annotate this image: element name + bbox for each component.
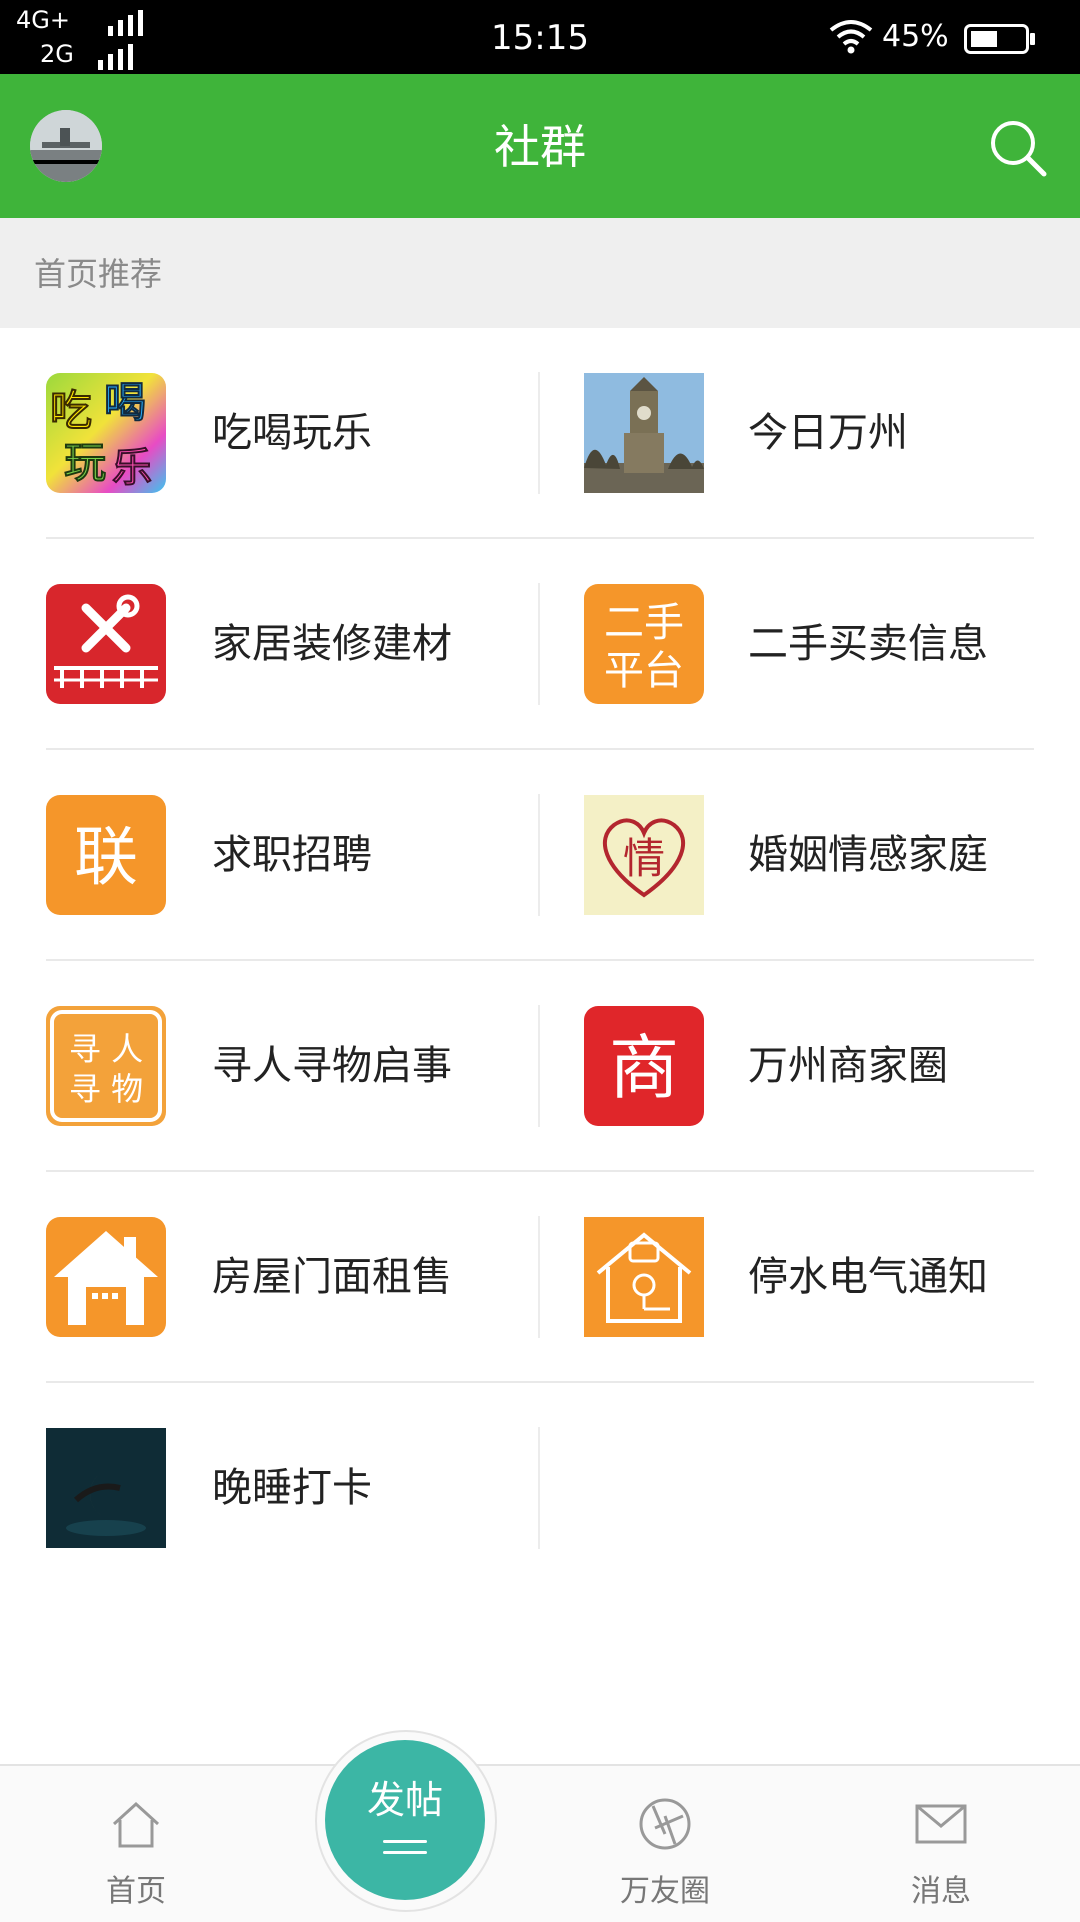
grid-row: 寻 人 寻 物 寻人寻物启事 商 万州商家圈 [0,961,1080,1172]
group-item-marriage[interactable]: 情 婚姻情感家庭 [540,750,1079,961]
status-right: 45% [828,16,1058,58]
food-icon-char-1: 吃 [50,386,92,435]
food-icon-char-4: 乐 [112,445,152,491]
heart-icon-text: 情 [623,834,665,883]
battery-percent: 45% [882,19,949,54]
search-icon [991,121,1047,177]
second-hand-text-2: 平台 [604,648,684,694]
lost-found-text-1: 寻 人 [69,1030,143,1068]
menu-line [383,1851,427,1854]
group-item-food-fun[interactable]: 吃 喝 玩 乐 吃喝玩乐 [0,328,539,539]
grid-row: 晚睡打卡 [0,1383,1080,1594]
group-label: 二手买卖信息 [748,621,988,667]
tools-icon [46,584,166,704]
nav-friends-circle[interactable]: 万友圈 [575,1766,755,1922]
clock-tower-photo-icon [584,373,704,493]
group-item-second-hand[interactable]: 二手 平台 二手买卖信息 [540,539,1079,750]
lost-found-art: 寻 人 寻 物 [50,1010,162,1122]
merchant-icon: 商 [584,1006,704,1126]
food-fun-icon-art: 吃 喝 玩 乐 [49,377,153,492]
nav-messages-label: 消息 [911,1874,971,1909]
second-hand-icon: 二手 平台 [584,584,704,704]
group-label: 万州商家圈 [748,1043,948,1089]
group-item-jobs[interactable]: 联 求职招聘 [0,750,539,961]
search-button[interactable] [986,116,1050,180]
group-grid: 吃 喝 玩 乐 吃喝玩乐 今日万州 家居装修建材 二手 平台 二手买卖信息 联 … [0,328,1080,1594]
nav-circle-label: 万友圈 [620,1874,710,1909]
group-label: 求职招聘 [212,832,372,878]
mail-icon [915,1804,967,1844]
post-button[interactable]: 发帖 [325,1740,485,1900]
home-icon [112,1801,160,1848]
night-moon-art [46,1428,166,1548]
group-label: 停水电气通知 [748,1254,988,1300]
house-art [54,1231,158,1325]
nav-messages[interactable]: 消息 [851,1766,1031,1922]
group-label: 房屋门面租售 [212,1254,452,1300]
food-icon-char-2: 喝 [104,378,146,427]
night-moon-icon [46,1428,166,1548]
jobs-icon-text: 联 [74,821,138,895]
group-item-lost-found[interactable]: 寻 人 寻 物 寻人寻物启事 [0,961,539,1172]
merchant-art: 商 [609,1027,679,1109]
food-fun-icon: 吃 喝 玩 乐 [46,373,166,493]
battery-icon [964,24,1035,54]
nav-home-label: 首页 [106,1874,166,1909]
second-hand-text-1: 二手 [604,600,684,646]
bottom-nav: 首页 万友圈 消息 [0,1764,1080,1922]
group-item-today-wanzhou[interactable]: 今日万州 [540,328,1079,539]
group-item-night-checkin[interactable]: 晚睡打卡 [0,1383,539,1594]
lost-found-text-2: 寻 物 [69,1070,143,1108]
wifi-icon [829,20,873,54]
tools-art [54,594,158,688]
jobs-icon: 联 [46,795,166,915]
utility-art [596,1232,692,1323]
group-label: 寻人寻物启事 [212,1043,452,1089]
group-label: 家居装修建材 [212,621,452,667]
status-bar: 4G+ 2G 15:15 45% [0,0,1080,74]
section-title: 首页推荐 [34,255,163,293]
grid-row: 家居装修建材 二手 平台 二手买卖信息 [0,539,1080,750]
group-item-merchants[interactable]: 商 万州商家圈 [540,961,1079,1172]
heart-art: 情 [602,818,686,898]
grid-row: 房屋门面租售 停水电气通知 [0,1172,1080,1383]
house-icon [46,1217,166,1337]
jobs-art: 联 [74,821,138,895]
group-label: 吃喝玩乐 [212,410,372,456]
group-item-home-decor[interactable]: 家居装修建材 [0,539,539,750]
group-label: 晚睡打卡 [212,1465,372,1511]
merchant-icon-text: 商 [609,1027,679,1109]
nav-home[interactable]: 首页 [46,1766,226,1922]
page-title: 社群 [494,120,586,174]
section-header: 首页推荐 [0,218,1080,328]
post-button-label: 发帖 [366,1778,443,1822]
group-item-utility-notice[interactable]: 停水电气通知 [540,1172,1079,1383]
group-label: 今日万州 [748,410,908,456]
grid-row: 联 求职招聘 情 婚姻情感家庭 [0,750,1080,961]
second-hand-art: 二手 平台 [604,600,684,694]
lost-found-icon: 寻 人 寻 物 [46,1006,166,1126]
group-label: 婚姻情感家庭 [748,832,988,878]
grid-row: 吃 喝 玩 乐 吃喝玩乐 今日万州 [0,328,1080,539]
heart-icon: 情 [584,795,704,915]
app-header: 社群 [0,74,1080,218]
aperture-icon [639,1798,691,1850]
column-divider [538,1427,540,1549]
food-icon-char-3: 玩 [64,438,106,487]
clock-tower-art [584,373,704,493]
menu-lines-icon [383,1840,427,1860]
group-item-housing[interactable]: 房屋门面租售 [0,1172,539,1383]
menu-line [383,1840,427,1843]
utility-notice-icon [584,1217,704,1337]
